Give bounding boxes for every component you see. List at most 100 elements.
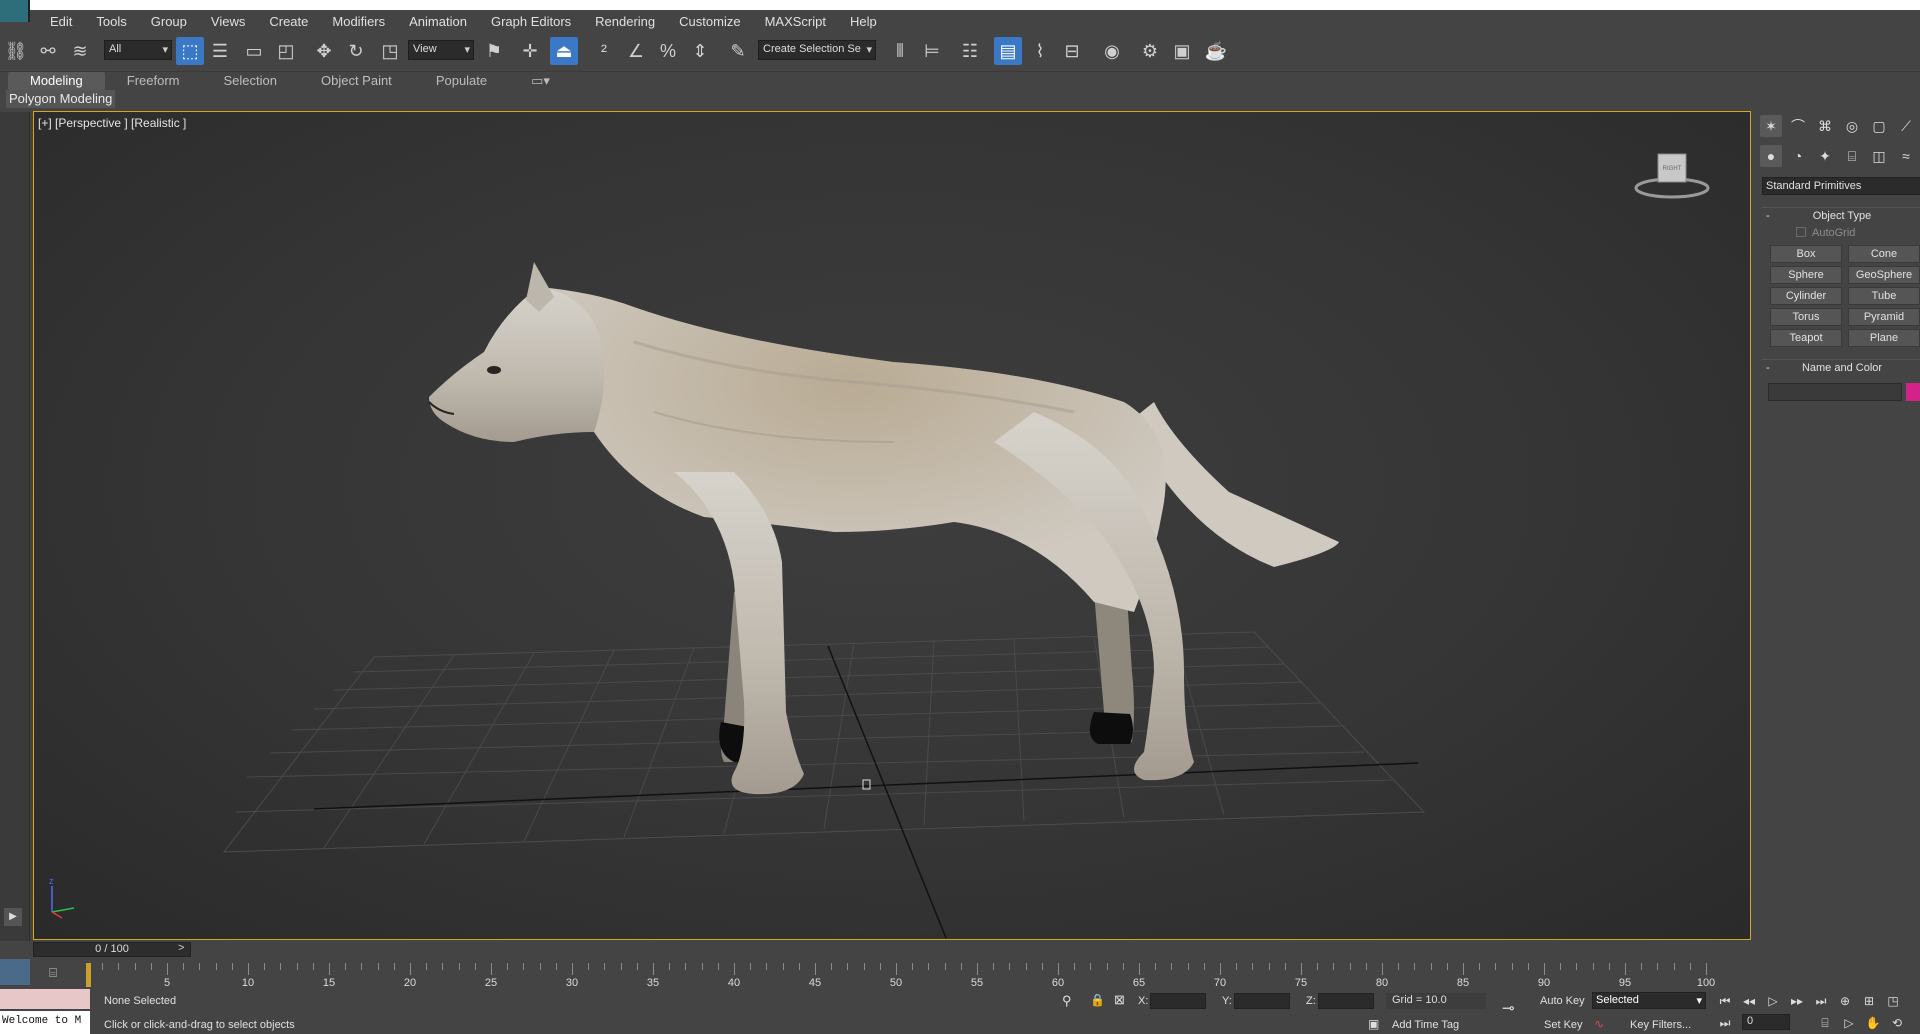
- perspective-viewport[interactable]: RIGHT z [+] [Perspective ] [Realistic ]: [33, 111, 1751, 940]
- rendered-frame-window-icon[interactable]: ▣: [1168, 37, 1196, 65]
- auto-key-button[interactable]: Auto Key: [1540, 995, 1585, 1007]
- next-frame-icon[interactable]: ▸▸: [1788, 992, 1806, 1010]
- tab-freeform[interactable]: Freeform: [105, 72, 202, 90]
- selection-filter-dropdown[interactable]: All: [104, 40, 172, 60]
- select-and-scale-icon[interactable]: ◳: [376, 37, 404, 65]
- z-coord-field[interactable]: [1318, 993, 1374, 1009]
- time-tag-icon[interactable]: ▣: [1368, 1017, 1379, 1031]
- tab-object-paint[interactable]: Object Paint: [299, 72, 414, 90]
- field-of-view-icon[interactable]: ▷: [1840, 1014, 1858, 1032]
- pyramid-button[interactable]: Pyramid: [1848, 308, 1920, 326]
- window-crossing-icon[interactable]: ◰: [272, 37, 300, 65]
- menu-animation[interactable]: Animation: [397, 14, 479, 29]
- modify-tab-icon[interactable]: ⌒: [1787, 115, 1809, 137]
- mini-curve-editor-toggle[interactable]: [0, 959, 30, 985]
- key-mode-dropdown[interactable]: Selected: [1592, 992, 1706, 1009]
- menu-graph-editors[interactable]: Graph Editors: [479, 14, 583, 29]
- utilities-tab-icon[interactable]: ⟋: [1895, 115, 1917, 137]
- time-slider-next-icon[interactable]: >: [178, 942, 184, 954]
- autogrid-checkbox[interactable]: AutoGrid: [1796, 227, 1855, 239]
- cone-button[interactable]: Cone: [1848, 245, 1920, 263]
- maxscript-listener-pink[interactable]: [0, 989, 90, 1009]
- select-and-manipulate-icon[interactable]: ⚑: [480, 37, 508, 65]
- time-config-icon[interactable]: ⌸: [1816, 1014, 1834, 1032]
- snaps-toggle-icon[interactable]: ²: [590, 37, 618, 65]
- render-production-icon[interactable]: ☕: [1202, 37, 1230, 65]
- mirror-icon[interactable]: ⫴: [886, 37, 914, 65]
- play-icon[interactable]: ▷: [1764, 992, 1782, 1010]
- menu-edit[interactable]: Edit: [38, 14, 84, 29]
- plane-button[interactable]: Plane: [1848, 329, 1920, 347]
- link-icon[interactable]: ⛓: [2, 37, 30, 65]
- expand-layout-icon[interactable]: ▶: [4, 908, 22, 926]
- set-key-icon[interactable]: ∿: [1594, 1017, 1604, 1031]
- space-warps-icon[interactable]: ≈: [1895, 145, 1917, 167]
- edit-named-selection-icon[interactable]: ✎: [724, 37, 752, 65]
- unlink-icon[interactable]: ⚯: [34, 37, 62, 65]
- create-tab-icon[interactable]: ✶: [1760, 115, 1782, 137]
- app-logo-icon[interactable]: [0, 0, 30, 22]
- layer-manager-icon[interactable]: ☷: [956, 37, 984, 65]
- menu-modifiers[interactable]: Modifiers: [320, 14, 397, 29]
- open-mini-curve-editor-icon[interactable]: ⌸: [42, 965, 64, 983]
- menu-maxscript[interactable]: MAXScript: [753, 14, 838, 29]
- select-and-move-icon[interactable]: ✥: [310, 37, 338, 65]
- shapes-icon[interactable]: ◔: [1787, 145, 1809, 167]
- previous-frame-icon[interactable]: ◂◂: [1740, 992, 1758, 1010]
- hierarchy-tab-icon[interactable]: ⌘: [1814, 115, 1836, 137]
- orbit-icon[interactable]: ⟲: [1888, 1014, 1906, 1032]
- track-bar[interactable]: ⌸ 5 10 15 20 25 30 35 40 45 50 55 60 65 70 75 80 85 90 95 1…: [0, 959, 1750, 989]
- zoom-all-icon[interactable]: ⊞: [1860, 992, 1878, 1010]
- tab-modeling[interactable]: Modeling: [8, 72, 105, 90]
- key-mode-toggle-icon[interactable]: ⏭: [1716, 1014, 1734, 1032]
- spinner-snap-icon[interactable]: ⇕: [686, 37, 714, 65]
- motion-tab-icon[interactable]: ◎: [1841, 115, 1863, 137]
- tab-populate[interactable]: Populate: [414, 72, 509, 90]
- tube-button[interactable]: Tube: [1848, 287, 1920, 305]
- align-icon[interactable]: ⊨: [918, 37, 946, 65]
- display-tab-icon[interactable]: ▢: [1868, 115, 1890, 137]
- geosphere-button[interactable]: GeoSphere: [1848, 266, 1920, 284]
- absolute-mode-icon[interactable]: ⊠: [1114, 992, 1125, 1008]
- helpers-icon[interactable]: ◫: [1868, 145, 1890, 167]
- angle-snap-icon[interactable]: ∠: [622, 37, 650, 65]
- go-to-start-icon[interactable]: ⏮: [1716, 992, 1734, 1010]
- y-coord-field[interactable]: [1234, 993, 1290, 1009]
- tab-selection[interactable]: Selection: [202, 72, 299, 90]
- time-slider[interactable]: < 0 / 100 >: [0, 941, 1750, 959]
- zoom-extents-icon[interactable]: ◳: [1884, 992, 1902, 1010]
- menu-customize[interactable]: Customize: [667, 14, 752, 29]
- menu-views[interactable]: Views: [199, 14, 257, 29]
- scene-explorer-icon[interactable]: ▤: [994, 37, 1022, 65]
- menu-tools[interactable]: Tools: [84, 14, 138, 29]
- cylinder-button[interactable]: Cylinder: [1770, 287, 1842, 305]
- keyboard-shortcut-override-icon[interactable]: ⏏: [550, 37, 578, 65]
- teapot-button[interactable]: Teapot: [1770, 329, 1842, 347]
- frame-ruler[interactable]: 5 10 15 20 25 30 35 40 45 50 55 60 65 70 75 80 85 90 95 100: [86, 963, 1715, 989]
- select-object-icon[interactable]: ⬚: [176, 37, 204, 65]
- select-and-rotate-icon[interactable]: ↻: [342, 37, 370, 65]
- schematic-view-icon[interactable]: ⊟: [1058, 37, 1086, 65]
- key-mode-icon[interactable]: ⊸: [1502, 999, 1515, 1017]
- curve-editor-icon[interactable]: ⌇: [1026, 37, 1054, 65]
- geometry-icon[interactable]: ●: [1760, 145, 1782, 167]
- percent-snap-icon[interactable]: %: [654, 37, 682, 65]
- object-name-field[interactable]: [1768, 383, 1902, 401]
- selection-lock-icon[interactable]: 🔒: [1090, 993, 1105, 1007]
- ribbon-options-icon[interactable]: ▭▾: [509, 72, 572, 90]
- add-time-tag-button[interactable]: Add Time Tag: [1392, 1019, 1459, 1031]
- menu-group[interactable]: Group: [139, 14, 199, 29]
- sphere-button[interactable]: Sphere: [1770, 266, 1842, 284]
- pan-view-icon[interactable]: ✋: [1864, 1014, 1882, 1032]
- current-frame-marker[interactable]: [86, 963, 91, 987]
- name-and-color-rollout[interactable]: - Name and Color: [1762, 359, 1920, 375]
- lights-icon[interactable]: ✦: [1814, 145, 1836, 167]
- current-frame-field[interactable]: 0: [1742, 1014, 1790, 1030]
- pivot-center-icon[interactable]: ✛: [516, 37, 544, 65]
- bind-space-warp-icon[interactable]: ≋: [66, 37, 94, 65]
- set-key-button[interactable]: Set Key: [1544, 1019, 1583, 1031]
- torus-button[interactable]: Torus: [1770, 308, 1842, 326]
- menu-help[interactable]: Help: [838, 14, 889, 29]
- zoom-icon[interactable]: ⊕: [1836, 992, 1854, 1010]
- time-slider-thumb[interactable]: 0 / 100: [33, 942, 191, 957]
